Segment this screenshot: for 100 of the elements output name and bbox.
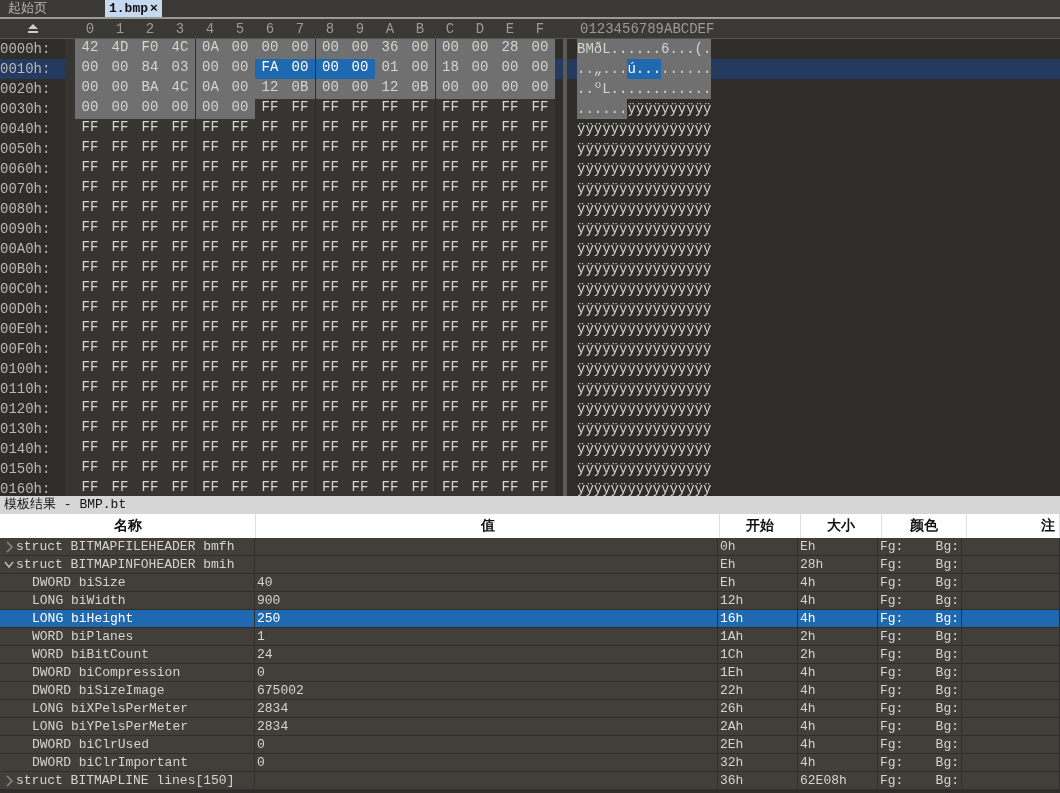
size-value: 28h xyxy=(800,556,824,573)
size-value: 4h xyxy=(800,682,816,699)
panel-title: 模板结果 - BMP.bt xyxy=(0,496,1060,514)
column-header: 3 xyxy=(174,20,186,37)
start-offset: Eh xyxy=(720,556,736,573)
template-row[interactable]: LONG biHeight 250 16h 4h Fg: Bg: xyxy=(0,610,1060,628)
fg-label: Fg: xyxy=(880,646,904,663)
field-value: 0 xyxy=(257,664,265,681)
address-label: 0030h: xyxy=(0,101,52,117)
template-row[interactable]: DWORD biCompression 0 1Eh 4h Fg: Bg: xyxy=(0,664,1060,682)
start-offset: 26h xyxy=(720,700,744,717)
template-row[interactable]: LONG biXPelsPerMeter 2834 26h 4h Fg: Bg: xyxy=(0,700,1060,718)
start-offset: 1Ah xyxy=(720,628,744,645)
column-header: 1 xyxy=(114,20,126,37)
field-value: 1 xyxy=(257,628,265,645)
template-row[interactable]: LONG biYPelsPerMeter 2834 2Ah 4h Fg: Bg: xyxy=(0,718,1060,736)
ascii-text: ÿÿÿÿÿÿÿÿÿÿÿÿÿÿÿÿ xyxy=(577,360,712,379)
size-value: 2h xyxy=(800,628,816,645)
fg-label: Fg: xyxy=(880,700,904,717)
template-row[interactable]: struct BITMAPLINE lines[150] 36h 62E08h Fg: Bg: xyxy=(0,772,1060,790)
start-offset: Eh xyxy=(720,574,736,591)
file-tab[interactable]: 1.bmp× xyxy=(105,0,162,17)
address-label: 0100h: xyxy=(0,361,52,377)
address-label: 0160h: xyxy=(0,481,52,496)
bg-label: Bg: xyxy=(935,754,959,771)
fg-label: Fg: xyxy=(880,682,904,699)
ascii-text: ...... xyxy=(577,99,628,119)
field-value: 0 xyxy=(257,754,265,771)
address-label: 00A0h: xyxy=(0,241,52,257)
bg-label: Bg: xyxy=(935,538,959,555)
bg-label: Bg: xyxy=(935,664,959,681)
field-name: DWORD biSizeImage xyxy=(32,682,165,699)
column-header: 0 xyxy=(84,20,96,37)
ascii-text: ÿÿÿÿÿÿÿÿÿÿÿÿÿÿÿÿ xyxy=(577,220,712,239)
template-row[interactable]: DWORD biSize 40 Eh 4h Fg: Bg: xyxy=(0,574,1060,592)
ascii-text: ÿÿÿÿÿÿÿÿÿÿÿÿÿÿÿÿ xyxy=(577,460,712,479)
field-value: 0 xyxy=(257,736,265,753)
ascii-text: ÿÿÿÿÿÿÿÿÿÿÿÿÿÿÿÿ xyxy=(577,260,712,279)
start-offset: 22h xyxy=(720,682,744,699)
address-label: 00B0h: xyxy=(0,261,52,277)
template-row[interactable]: struct BITMAPFILEHEADER bmfh 0h Eh Fg: Bg: xyxy=(0,538,1060,556)
field-name: DWORD biCompression xyxy=(32,664,181,681)
size-value: 4h xyxy=(800,574,816,591)
file-tab[interactable]: 起始页 xyxy=(0,0,55,17)
start-offset: 1Ch xyxy=(720,646,744,663)
template-row[interactable]: DWORD biClrUsed 0 2Eh 4h Fg: Bg: xyxy=(0,736,1060,754)
fg-label: Fg: xyxy=(880,628,904,645)
template-row[interactable]: DWORD biSizeImage 675002 22h 4h Fg: Bg: xyxy=(0,682,1060,700)
start-offset: 0h xyxy=(720,538,736,555)
bg-label: Bg: xyxy=(935,682,959,699)
ascii-text: ÿÿÿÿÿÿÿÿÿÿÿÿÿÿÿÿ xyxy=(577,480,712,496)
column-header: 8 xyxy=(324,20,336,37)
scroll-top-icon[interactable] xyxy=(27,24,38,33)
field-name: LONG biYPelsPerMeter xyxy=(32,718,189,735)
fg-label: Fg: xyxy=(880,718,904,735)
hex-byte[interactable]: 00 xyxy=(285,59,315,79)
fg-label: Fg: xyxy=(880,754,904,771)
start-offset: 1Eh xyxy=(720,664,744,681)
column-header: E xyxy=(504,20,516,37)
field-name: DWORD biClrImportant xyxy=(32,754,189,771)
column-header: A xyxy=(384,20,396,37)
fg-label: Fg: xyxy=(880,592,904,609)
address-label: 0150h: xyxy=(0,461,52,477)
hex-byte[interactable]: FA xyxy=(255,59,285,79)
start-offset: 2Eh xyxy=(720,736,744,753)
address-label: 0090h: xyxy=(0,221,52,237)
size-value: 4h xyxy=(800,664,816,681)
column-header: B xyxy=(414,20,426,37)
template-row[interactable]: LONG biWidth 900 12h 4h Fg: Bg: xyxy=(0,592,1060,610)
column-header: 9 xyxy=(354,20,366,37)
start-offset: 36h xyxy=(720,772,744,789)
ascii-header: 0123456789ABCDEF xyxy=(580,20,715,37)
column-header: C xyxy=(444,20,456,37)
template-row[interactable]: DWORD biClrImportant 0 32h 4h Fg: Bg: xyxy=(0,754,1060,772)
ascii-text: ..ºL............ xyxy=(577,79,712,99)
address-label: 0140h: xyxy=(0,441,52,457)
bg-label: Bg: xyxy=(935,736,959,753)
bg-label: Bg: xyxy=(935,610,959,627)
ascii-text: ÿÿÿÿÿÿÿÿÿÿÿÿÿÿÿÿ xyxy=(577,180,712,199)
field-name: struct BITMAPFILEHEADER bmfh xyxy=(16,538,235,555)
field-value: 250 xyxy=(257,610,281,627)
hex-byte[interactable]: 00 xyxy=(345,59,375,79)
template-row[interactable]: WORD biPlanes 1 1Ah 2h Fg: Bg: xyxy=(0,628,1060,646)
address-label: 0130h: xyxy=(0,421,52,437)
ascii-text: ÿÿÿÿÿÿÿÿÿÿÿÿÿÿÿÿ xyxy=(577,420,712,439)
field-name: LONG biHeight xyxy=(32,610,134,627)
template-row[interactable]: WORD biBitCount 24 1Ch 2h Fg: Bg: xyxy=(0,646,1060,664)
fg-label: Fg: xyxy=(880,556,904,573)
template-row[interactable]: struct BITMAPINFOHEADER bmih Eh 28h Fg: Bg: xyxy=(0,556,1060,574)
address-label: 0070h: xyxy=(0,181,52,197)
ascii-text: ..„... xyxy=(577,59,628,79)
size-value: 4h xyxy=(800,736,816,753)
size-value: 62E08h xyxy=(800,772,847,789)
fg-label: Fg: xyxy=(880,772,904,789)
address-label: 0060h: xyxy=(0,161,52,177)
ascii-text: ÿÿÿÿÿÿÿÿÿÿÿÿÿÿÿÿ xyxy=(577,240,712,259)
hex-byte[interactable]: 00 xyxy=(315,59,345,79)
fg-label: Fg: xyxy=(880,736,904,753)
field-name: LONG biWidth xyxy=(32,592,126,609)
field-value: 900 xyxy=(257,592,281,609)
